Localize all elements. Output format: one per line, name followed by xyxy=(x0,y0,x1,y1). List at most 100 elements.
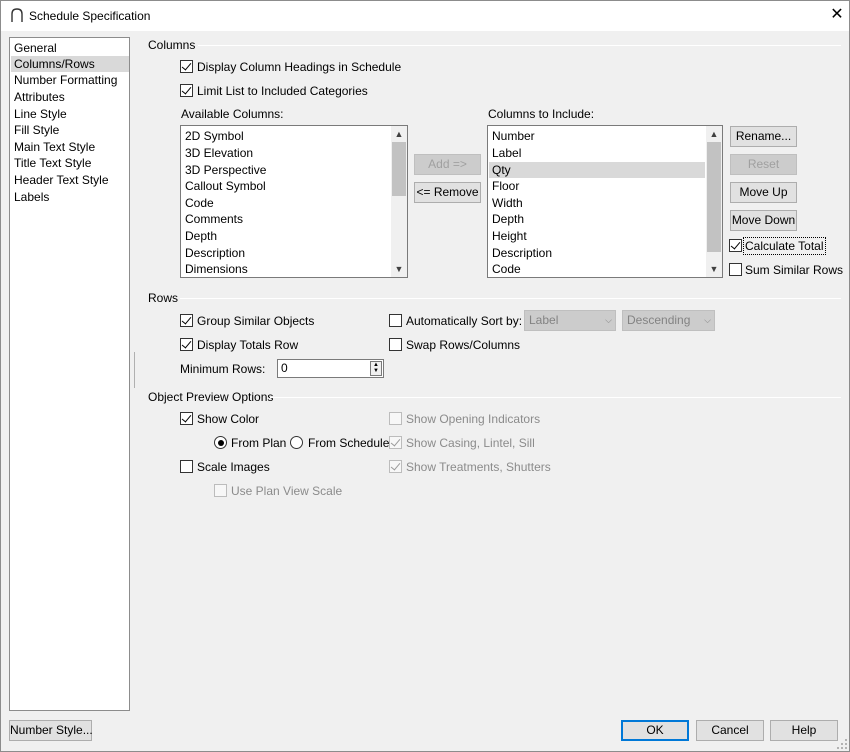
nav-item-attributes[interactable]: Attributes xyxy=(11,89,129,105)
app-arch-icon xyxy=(11,8,23,22)
columns-heading: Columns xyxy=(148,38,196,52)
list-item[interactable]: Depth xyxy=(489,211,705,227)
nav-item-columns-rows[interactable]: Columns/Rows xyxy=(11,56,129,72)
list-item[interactable]: Depth xyxy=(182,228,390,244)
list-item[interactable]: 2D Symbol xyxy=(182,128,390,144)
rename-button[interactable]: Rename... xyxy=(730,126,797,147)
show-casing-label: Show Casing, Lintel, Sill xyxy=(406,436,535,450)
scale-images-label: Scale Images xyxy=(197,460,270,474)
group-similar-checkbox[interactable] xyxy=(180,314,193,327)
show-opening-indicators-label: Show Opening Indicators xyxy=(406,412,541,426)
sort-order-value: Descending xyxy=(627,313,691,327)
nav-item-general[interactable]: General xyxy=(11,40,129,56)
minimum-rows-stepper[interactable]: 0 ▲ ▼ xyxy=(277,359,384,378)
nav-item-header-text-style[interactable]: Header Text Style xyxy=(11,172,129,188)
number-style-button[interactable]: Number Style... xyxy=(9,720,93,741)
list-item[interactable]: Code xyxy=(489,261,705,277)
title-bar[interactable]: Schedule Specification ✕ xyxy=(1,1,849,31)
group-similar-label: Group Similar Objects xyxy=(197,314,315,328)
window-title: Schedule Specification xyxy=(29,9,151,23)
sort-order-select[interactable]: Descending ⌵ xyxy=(622,310,715,331)
list-item[interactable]: Width xyxy=(489,195,705,211)
columns-to-include-label: Columns to Include: xyxy=(488,107,595,121)
spin-arrows-icon[interactable]: ▲ ▼ xyxy=(370,361,382,376)
show-color-label: Show Color xyxy=(197,412,260,426)
show-treatments-label: Show Treatments, Shutters xyxy=(406,460,551,474)
object-preview-heading: Object Preview Options xyxy=(148,390,274,404)
calculate-total-checkbox[interactable] xyxy=(729,239,742,252)
category-list[interactable]: General Columns/Rows Number Formatting A… xyxy=(9,37,130,711)
calculate-total-label: Calculate Total xyxy=(743,237,826,255)
list-item[interactable]: Floor xyxy=(489,178,705,194)
display-headings-label: Display Column Headings in Schedule xyxy=(197,60,402,74)
splitter-grip-icon[interactable] xyxy=(133,352,136,388)
nav-item-main-text-style[interactable]: Main Text Style xyxy=(11,139,129,155)
add-button[interactable]: Add => xyxy=(414,154,481,175)
nav-item-labels[interactable]: Labels xyxy=(11,189,129,205)
list-item[interactable]: Number xyxy=(489,128,705,144)
sort-field-select[interactable]: Label ⌵ xyxy=(524,310,616,331)
display-headings-checkbox[interactable] xyxy=(180,60,193,73)
minimum-rows-value: 0 xyxy=(281,361,288,375)
sort-field-value: Label xyxy=(529,313,559,327)
list-item-selected[interactable]: Qty xyxy=(489,162,705,178)
swap-rows-columns-label: Swap Rows/Columns xyxy=(406,338,521,352)
available-columns-list[interactable]: 2D Symbol 3D Elevation 3D Perspective Ca… xyxy=(180,125,408,278)
show-casing-checkbox[interactable] xyxy=(389,436,402,449)
sum-similar-rows-checkbox[interactable] xyxy=(729,263,742,276)
nav-item-line-style[interactable]: Line Style xyxy=(11,106,129,122)
list-item[interactable]: Callout Symbol xyxy=(182,178,390,194)
show-opening-indicators-checkbox[interactable] xyxy=(389,412,402,425)
scroll-thumb[interactable] xyxy=(392,142,406,196)
move-up-button[interactable]: Move Up xyxy=(730,182,797,203)
scroll-down-icon[interactable]: ▼ xyxy=(706,262,722,276)
list-item[interactable]: Comments xyxy=(182,211,390,227)
minimum-rows-label: Minimum Rows: xyxy=(180,362,266,376)
nav-item-title-text-style[interactable]: Title Text Style xyxy=(11,155,129,171)
nav-item-number-formatting[interactable]: Number Formatting xyxy=(11,72,129,88)
auto-sort-checkbox[interactable] xyxy=(389,314,402,327)
list-item[interactable]: Height xyxy=(489,228,705,244)
scroll-up-icon[interactable]: ▲ xyxy=(391,127,407,141)
list-item[interactable]: 3D Perspective xyxy=(182,162,390,178)
from-schedule-radio[interactable] xyxy=(290,436,303,449)
rows-separator xyxy=(180,298,841,299)
list-item[interactable]: 3D Elevation xyxy=(182,145,390,161)
from-plan-label: From Plan xyxy=(231,436,287,450)
display-totals-checkbox[interactable] xyxy=(180,338,193,351)
cancel-button[interactable]: Cancel xyxy=(696,720,764,741)
use-plan-view-scale-label: Use Plan View Scale xyxy=(231,484,343,498)
list-item[interactable]: Label xyxy=(489,145,705,161)
from-plan-radio[interactable] xyxy=(214,436,227,449)
swap-rows-columns-checkbox[interactable] xyxy=(389,338,402,351)
show-color-checkbox[interactable] xyxy=(180,412,193,425)
scroll-down-icon[interactable]: ▼ xyxy=(391,262,407,276)
remove-button[interactable]: <= Remove xyxy=(414,182,481,203)
use-plan-view-scale-checkbox[interactable] xyxy=(214,484,227,497)
list-item[interactable]: Code xyxy=(182,195,390,211)
limit-list-checkbox[interactable] xyxy=(180,84,193,97)
scale-images-checkbox[interactable] xyxy=(180,460,193,473)
scroll-up-icon[interactable]: ▲ xyxy=(706,127,722,141)
close-icon[interactable]: ✕ xyxy=(827,5,847,25)
help-button[interactable]: Help xyxy=(770,720,838,741)
from-schedule-label: From Schedule xyxy=(308,436,390,450)
chevron-down-icon: ⌵ xyxy=(704,315,711,325)
include-scrollbar[interactable]: ▲ ▼ xyxy=(706,126,722,277)
show-treatments-checkbox[interactable] xyxy=(389,460,402,473)
available-columns-label: Available Columns: xyxy=(181,107,284,121)
nav-item-fill-style[interactable]: Fill Style xyxy=(11,122,129,138)
available-scrollbar[interactable]: ▲ ▼ xyxy=(391,126,407,277)
move-down-button[interactable]: Move Down xyxy=(730,210,797,231)
scroll-thumb[interactable] xyxy=(707,142,721,252)
columns-separator xyxy=(198,45,841,46)
columns-to-include-list[interactable]: Number Label Qty Floor Width Depth Heigh… xyxy=(487,125,723,278)
resize-grip-icon[interactable] xyxy=(836,738,848,750)
reset-button[interactable]: Reset xyxy=(730,154,797,175)
list-item[interactable]: Description xyxy=(489,245,705,261)
list-item[interactable]: Description xyxy=(182,245,390,261)
ok-button[interactable]: OK xyxy=(621,720,689,741)
auto-sort-label: Automatically Sort by: xyxy=(406,314,523,328)
list-item[interactable]: Dimensions xyxy=(182,261,390,277)
chevron-down-icon: ⌵ xyxy=(605,315,612,325)
